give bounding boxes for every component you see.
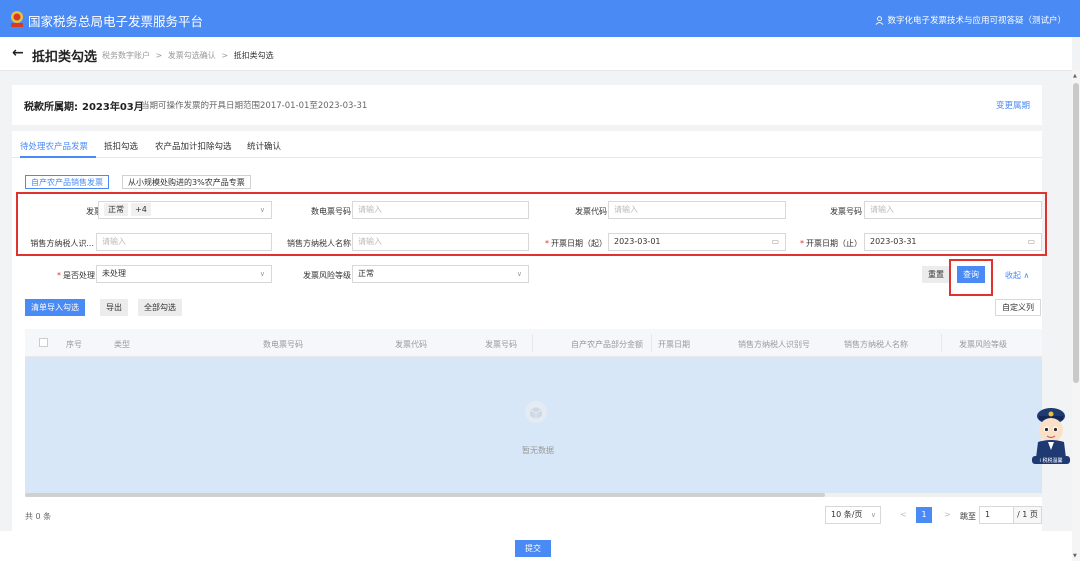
end-date-picker[interactable]: 2023-03-31 ▭ [864, 233, 1042, 251]
subtab-small-scale[interactable]: 从小规模处购进的3%农产品专票 [122, 175, 251, 189]
submit-button[interactable]: 提交 [515, 540, 551, 557]
tax-emblem-icon [11, 11, 23, 27]
seller-name-label: 销售方纳税人名称 [287, 239, 351, 248]
tab-bar: 待处理农产品发票 抵扣勾选 农产品加计扣除勾选 统计确认 [12, 131, 1042, 158]
seller-id-label: 销售方纳税人识... [30, 239, 94, 248]
breadcrumb-item[interactable]: 税务数字账户 [102, 51, 150, 60]
digital-no-label: 数电票号码 [311, 207, 351, 216]
breadcrumb-current: 抵扣类勾选 [233, 51, 274, 60]
col-type: 类型 [114, 340, 130, 349]
col-seller-id: 销售方纳税人识别号 [738, 340, 810, 349]
seller-name-input[interactable]: 请输入 [352, 233, 529, 251]
period-label: 税款所属期: [24, 102, 78, 113]
tab-stats-confirm[interactable]: 统计确认 [247, 140, 281, 152]
jump-page-input[interactable]: 1 [979, 506, 1014, 524]
scrollbar-thumb[interactable] [1073, 83, 1079, 383]
digital-no-input[interactable]: 请输入 [352, 201, 529, 219]
select-all-checkbox[interactable] [39, 338, 48, 347]
tab-deduction[interactable]: 抵扣勾选 [104, 140, 138, 152]
seller-id-input[interactable]: 请输入 [96, 233, 272, 251]
breadcrumb-separator: > [221, 51, 229, 60]
horizontal-scroll-thumb[interactable] [25, 493, 825, 497]
import-select-button[interactable]: 清单导入勾选 [25, 299, 85, 316]
jump-label: 跳至 [960, 512, 976, 521]
breadcrumb-item[interactable]: 发票勾选确认 [168, 51, 216, 60]
change-period-link[interactable]: 变更属期 [996, 99, 1030, 111]
highlight-query-box [949, 259, 993, 296]
chevron-down-icon: ∨ [259, 206, 265, 214]
col-no: 发票号码 [485, 340, 517, 349]
scroll-up-icon[interactable]: ▲ [1073, 73, 1077, 79]
period-card: 税款所属期: 2023年03月 当期可操作发票的开具日期范围2017-01-01… [12, 85, 1042, 125]
prev-page-icon[interactable]: < [900, 510, 907, 519]
page-title: 抵扣类勾选 [32, 50, 98, 65]
empty-box-icon [525, 401, 547, 423]
breadcrumb-separator: > [155, 51, 163, 60]
calendar-icon: ▭ [1027, 237, 1035, 246]
main-card: 待处理农产品发票 抵扣勾选 农产品加计扣除勾选 统计确认 自产农产品销售发票 从… [12, 131, 1047, 531]
chevron-down-icon: ∨ [516, 270, 522, 278]
scroll-down-icon[interactable]: ▼ [1073, 553, 1077, 559]
back-arrow-icon[interactable]: ← [12, 45, 24, 61]
user-icon [876, 15, 884, 25]
table-header: 序号 类型 数电票号码 发票代码 发票号码 自产农产品部分金额 开票日期 销售方… [25, 329, 1042, 357]
export-button[interactable]: 导出 [100, 299, 128, 316]
total-count: 共 0 条 [25, 512, 52, 521]
next-page-icon[interactable]: > [944, 510, 951, 519]
current-page-button[interactable]: 1 [916, 507, 932, 523]
active-tab-indicator [20, 156, 96, 158]
select-all-button[interactable]: 全部勾选 [138, 299, 182, 316]
column-divider [651, 334, 652, 352]
start-date-picker[interactable]: 2023-03-01 ▭ [608, 233, 786, 251]
page-scrollbar[interactable]: ▲ ▼ [1072, 71, 1080, 561]
empty-text: 暂无数据 [522, 446, 554, 455]
assistant-mascot-icon[interactable]: i 税税温馨 [1030, 402, 1072, 466]
status-tag-more: +4 [131, 203, 151, 216]
breadcrumb: 税务数字账户 > 发票勾选确认 > 抵扣类勾选 [102, 50, 274, 61]
column-divider [941, 334, 942, 352]
chevron-down-icon: ∨ [259, 270, 265, 278]
code-label: 发票代码 [575, 207, 607, 216]
col-code: 发票代码 [395, 340, 427, 349]
table-body: 暂无数据 [25, 357, 1042, 493]
status-select[interactable]: 正常 +4 ∨ [98, 201, 272, 219]
col-digital-no: 数电票号码 [263, 340, 303, 349]
period-value: 2023年03月 [82, 102, 144, 113]
page-size-select[interactable]: 10 条/页 ∨ [825, 506, 881, 524]
code-input[interactable]: 请输入 [608, 201, 786, 219]
column-divider [532, 334, 533, 352]
no-label: 发票号码 [830, 207, 862, 216]
subtab-self-produced[interactable]: 自产农产品销售发票 [25, 175, 109, 189]
risk-label: 发票风险等级 [303, 271, 351, 280]
user-menu[interactable]: 数字化电子发票技术与应用可视答疑（测试户） [875, 14, 1066, 26]
start-date-label: * 开票日期（起） [545, 239, 607, 248]
horizontal-scrollbar[interactable] [25, 493, 1042, 497]
user-name: 数字化电子发票技术与应用可视答疑（测试户） [887, 16, 1066, 26]
collapse-toggle[interactable]: 收起 ∧ [1005, 270, 1029, 281]
footer-bar: 提交 [0, 531, 1072, 561]
calendar-icon: ▭ [771, 237, 779, 246]
end-date-label: * 开票日期（止） [800, 239, 862, 248]
col-self-amount: 自产农产品部分金额 [571, 340, 643, 349]
col-issue-date: 开票日期 [658, 340, 690, 349]
period-note: 当期可操作发票的开具日期范围2017-01-01至2023-03-31 [141, 101, 368, 111]
total-pages: / 1 页 [1014, 506, 1042, 524]
page-header: ← 抵扣类勾选 税务数字账户 > 发票勾选确认 > 抵扣类勾选 [0, 37, 1072, 71]
processed-select[interactable]: 未处理 ∨ [96, 265, 272, 283]
risk-select[interactable]: 正常 ∨ [352, 265, 529, 283]
col-index: 序号 [66, 340, 82, 349]
mascot-badge-text: i 税税温馨 [1040, 457, 1063, 464]
tab-pending-agri[interactable]: 待处理农产品发票 [20, 140, 88, 152]
status-tag: 正常 [104, 203, 128, 216]
reset-button[interactable]: 重置 [922, 266, 950, 283]
no-input[interactable]: 请输入 [864, 201, 1042, 219]
custom-columns-button[interactable]: 自定义列 [995, 299, 1041, 316]
tab-agri-extra-deduction[interactable]: 农产品加计扣除勾选 [155, 140, 232, 152]
top-bar: 国家税务总局电子发票服务平台 数字化电子发票技术与应用可视答疑（测试户） [0, 0, 1080, 37]
platform-title: 国家税务总局电子发票服务平台 [28, 14, 204, 29]
chevron-down-icon: ∨ [870, 511, 876, 519]
processed-label: * 是否处理 [57, 271, 95, 280]
col-seller-name: 销售方纳税人名称 [844, 340, 908, 349]
col-risk-level: 发票风险等级 [959, 340, 1007, 349]
